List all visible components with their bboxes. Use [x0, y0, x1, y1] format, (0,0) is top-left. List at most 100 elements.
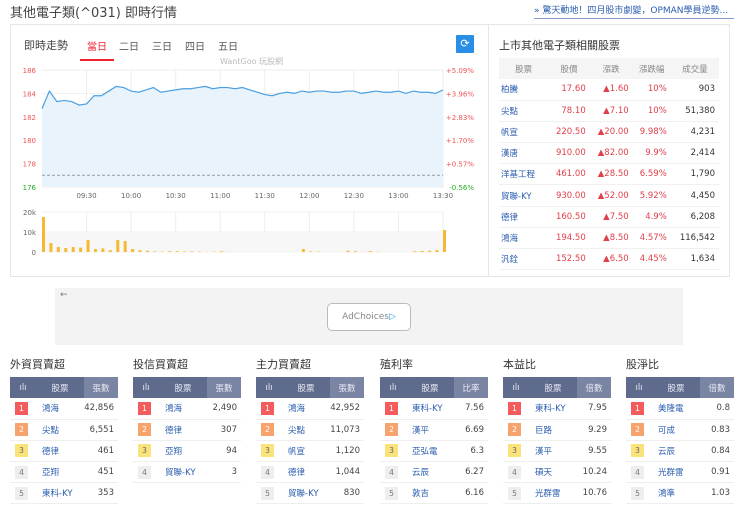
stock-name-link[interactable]: 亞翔 [36, 461, 84, 484]
x-tick-label: 09:30 [76, 192, 96, 200]
tab-day-3[interactable]: 三日 [145, 38, 179, 53]
table-row[interactable]: 3 亞弘電 6.3 [380, 440, 488, 463]
table-row[interactable]: 洋基工程 461.00 ▲28.50 6.59% 1,790 [499, 163, 719, 186]
stock-name-link[interactable]: 東科-KY [406, 398, 454, 420]
stock-name-link[interactable]: 德律 [159, 419, 207, 441]
table-row[interactable]: 5 貿聯-KY 830 [256, 482, 364, 505]
table-row[interactable]: 3 云辰 0.84 [626, 440, 734, 463]
stock-name-link[interactable]: 可成 [652, 419, 700, 441]
stock-name-link[interactable]: 鴻海 [36, 398, 84, 420]
table-row[interactable]: 鴻海 194.50 ▲8.50 4.57% 116,542 [499, 227, 719, 250]
stock-name-link[interactable]: 德律 [36, 440, 84, 463]
tab-day-5[interactable]: 五日 [211, 38, 245, 53]
column-header[interactable]: 倍數 [700, 377, 734, 398]
table-row[interactable]: 貿聯-KY 930.00 ▲52.00 5.92% 4,450 [499, 184, 719, 207]
column-header[interactable]: 張數 [330, 377, 364, 398]
table-row[interactable]: 5 光群雷 10.76 [503, 482, 611, 505]
promo-link[interactable]: » 驚天動地！四月股市劇變，OPMAN學員逆勢... [534, 3, 734, 19]
table-row[interactable]: 4 貿聯-KY 3 [133, 461, 241, 484]
table-row[interactable]: 3 亞翔 94 [133, 440, 241, 463]
table-row[interactable]: 4 光群雷 0.91 [626, 461, 734, 484]
value: 6,551 [84, 419, 118, 441]
table-row[interactable]: 4 碩天 10.24 [503, 461, 611, 484]
stock-name-link[interactable]: 帆宣 [282, 440, 330, 463]
stock-name-link[interactable]: 尖點 [499, 100, 549, 122]
table-row[interactable]: 5 東科-KY 353 [10, 482, 118, 505]
stock-name-link[interactable]: 尖點 [282, 419, 330, 441]
stock-name-link[interactable]: 東科-KY [529, 398, 577, 420]
stock-name-link[interactable]: 東科-KY [36, 482, 84, 505]
table-row[interactable]: 漢唐 910.00 ▲82.00 9.9% 2,414 [499, 142, 719, 165]
back-arrow-icon[interactable]: ← [60, 290, 68, 300]
table-row[interactable]: 汎銓 152.50 ▲6.50 4.45% 1,634 [499, 248, 719, 271]
stock-name-link[interactable]: 尖點 [36, 419, 84, 441]
table-row[interactable]: 柏騰 17.60 ▲1.60 10% 903 [499, 79, 719, 101]
stock-name-link[interactable]: 碩天 [529, 461, 577, 484]
table-row[interactable]: 1 鴻海 2,490 [133, 398, 241, 420]
stock-name-link[interactable]: 柏騰 [499, 79, 549, 101]
table-row[interactable]: 2 尖點 6,551 [10, 419, 118, 441]
rank-badge: 2 [385, 423, 398, 437]
table-row[interactable]: 4 云辰 6.27 [380, 461, 488, 484]
refresh-button[interactable]: ⟳ [456, 35, 474, 53]
stock-name-link[interactable]: 亞弘電 [406, 440, 454, 463]
table-row[interactable]: 4 德律 1,044 [256, 461, 364, 484]
column-header[interactable]: 倍數 [577, 377, 611, 398]
table-row[interactable]: 2 巨路 9.29 [503, 419, 611, 441]
table-row[interactable]: 1 美隆電 0.8 [626, 398, 734, 420]
stock-name-link[interactable]: 鴻海 [159, 398, 207, 420]
table-row[interactable]: 帆宣 220.50 ▲20.00 9.98% 4,231 [499, 121, 719, 144]
table-row[interactable]: 1 鴻海 42,856 [10, 398, 118, 420]
stock-name-link[interactable]: 洋基工程 [499, 163, 549, 186]
table-row[interactable]: 1 東科-KY 7.56 [380, 398, 488, 420]
stock-name-link[interactable]: 鴻海 [282, 398, 330, 420]
change: ▲52.00 [589, 184, 633, 207]
stock-name-link[interactable]: 貿聯-KY [282, 482, 330, 505]
table-row[interactable]: 2 漢平 6.69 [380, 419, 488, 441]
stock-name-link[interactable]: 敦吉 [406, 482, 454, 505]
stock-name-link[interactable]: 光群雷 [529, 482, 577, 505]
value: 9.29 [577, 419, 611, 441]
column-header[interactable]: 比率 [454, 377, 488, 398]
table-row[interactable]: 5 鴻準 1.03 [626, 482, 734, 505]
stock-name-link[interactable]: 光群雷 [652, 461, 700, 484]
stock-name-link[interactable]: 美隆電 [652, 398, 700, 420]
table-row[interactable]: 1 鴻海 42,952 [256, 398, 364, 420]
table-row[interactable]: 3 帆宣 1,120 [256, 440, 364, 463]
column-header[interactable]: 張數 [207, 377, 241, 398]
stock-name-link[interactable]: 貿聯-KY [159, 461, 207, 484]
tab-day-2[interactable]: 二日 [112, 38, 146, 53]
stock-name-link[interactable]: 帆宣 [499, 121, 549, 144]
table-row[interactable]: 1 東科-KY 7.95 [503, 398, 611, 420]
table-row[interactable]: 3 漢平 9.55 [503, 440, 611, 463]
table-row[interactable]: 德律 160.50 ▲7.50 4.9% 6,208 [499, 206, 719, 228]
stock-name-link[interactable]: 鴻海 [499, 227, 549, 250]
stock-name-link[interactable]: 云辰 [406, 461, 454, 484]
stock-name-link[interactable]: 漢平 [406, 419, 454, 441]
table-row[interactable]: 4 亞翔 451 [10, 461, 118, 484]
table-row[interactable]: 2 德律 307 [133, 419, 241, 441]
table-row[interactable]: 5 敦吉 6.16 [380, 482, 488, 505]
table-row[interactable]: 2 可成 0.83 [626, 419, 734, 441]
stock-name-link[interactable]: 鴻準 [652, 482, 700, 505]
adchoices-icon: ▷ [388, 312, 396, 322]
table-row[interactable]: 3 德律 461 [10, 440, 118, 463]
table-row[interactable]: 2 尖點 11,073 [256, 419, 364, 441]
stock-name-link[interactable]: 亞翔 [159, 440, 207, 463]
stock-name-link[interactable]: 貿聯-KY [499, 184, 549, 207]
column-header: 股票 [652, 377, 700, 398]
stock-name-link[interactable]: 漢平 [529, 440, 577, 463]
adchoices-button[interactable]: AdChoices▷ [327, 303, 411, 331]
table-row[interactable]: 尖點 78.10 ▲7.10 10% 51,380 [499, 100, 719, 122]
stock-name-link[interactable]: 云辰 [652, 440, 700, 463]
stock-name-link[interactable]: 巨路 [529, 419, 577, 441]
volume-bar [443, 230, 446, 252]
tab-day-1[interactable]: 當日 [80, 38, 114, 61]
stock-name-link[interactable]: 德律 [499, 206, 549, 228]
tab-day-4[interactable]: 四日 [178, 38, 212, 53]
stock-name-link[interactable]: 漢唐 [499, 142, 549, 165]
column-header[interactable]: 張數 [84, 377, 118, 398]
stock-name-link[interactable]: 汎銓 [499, 248, 549, 271]
rank-badge: 4 [508, 465, 521, 479]
stock-name-link[interactable]: 德律 [282, 461, 330, 484]
